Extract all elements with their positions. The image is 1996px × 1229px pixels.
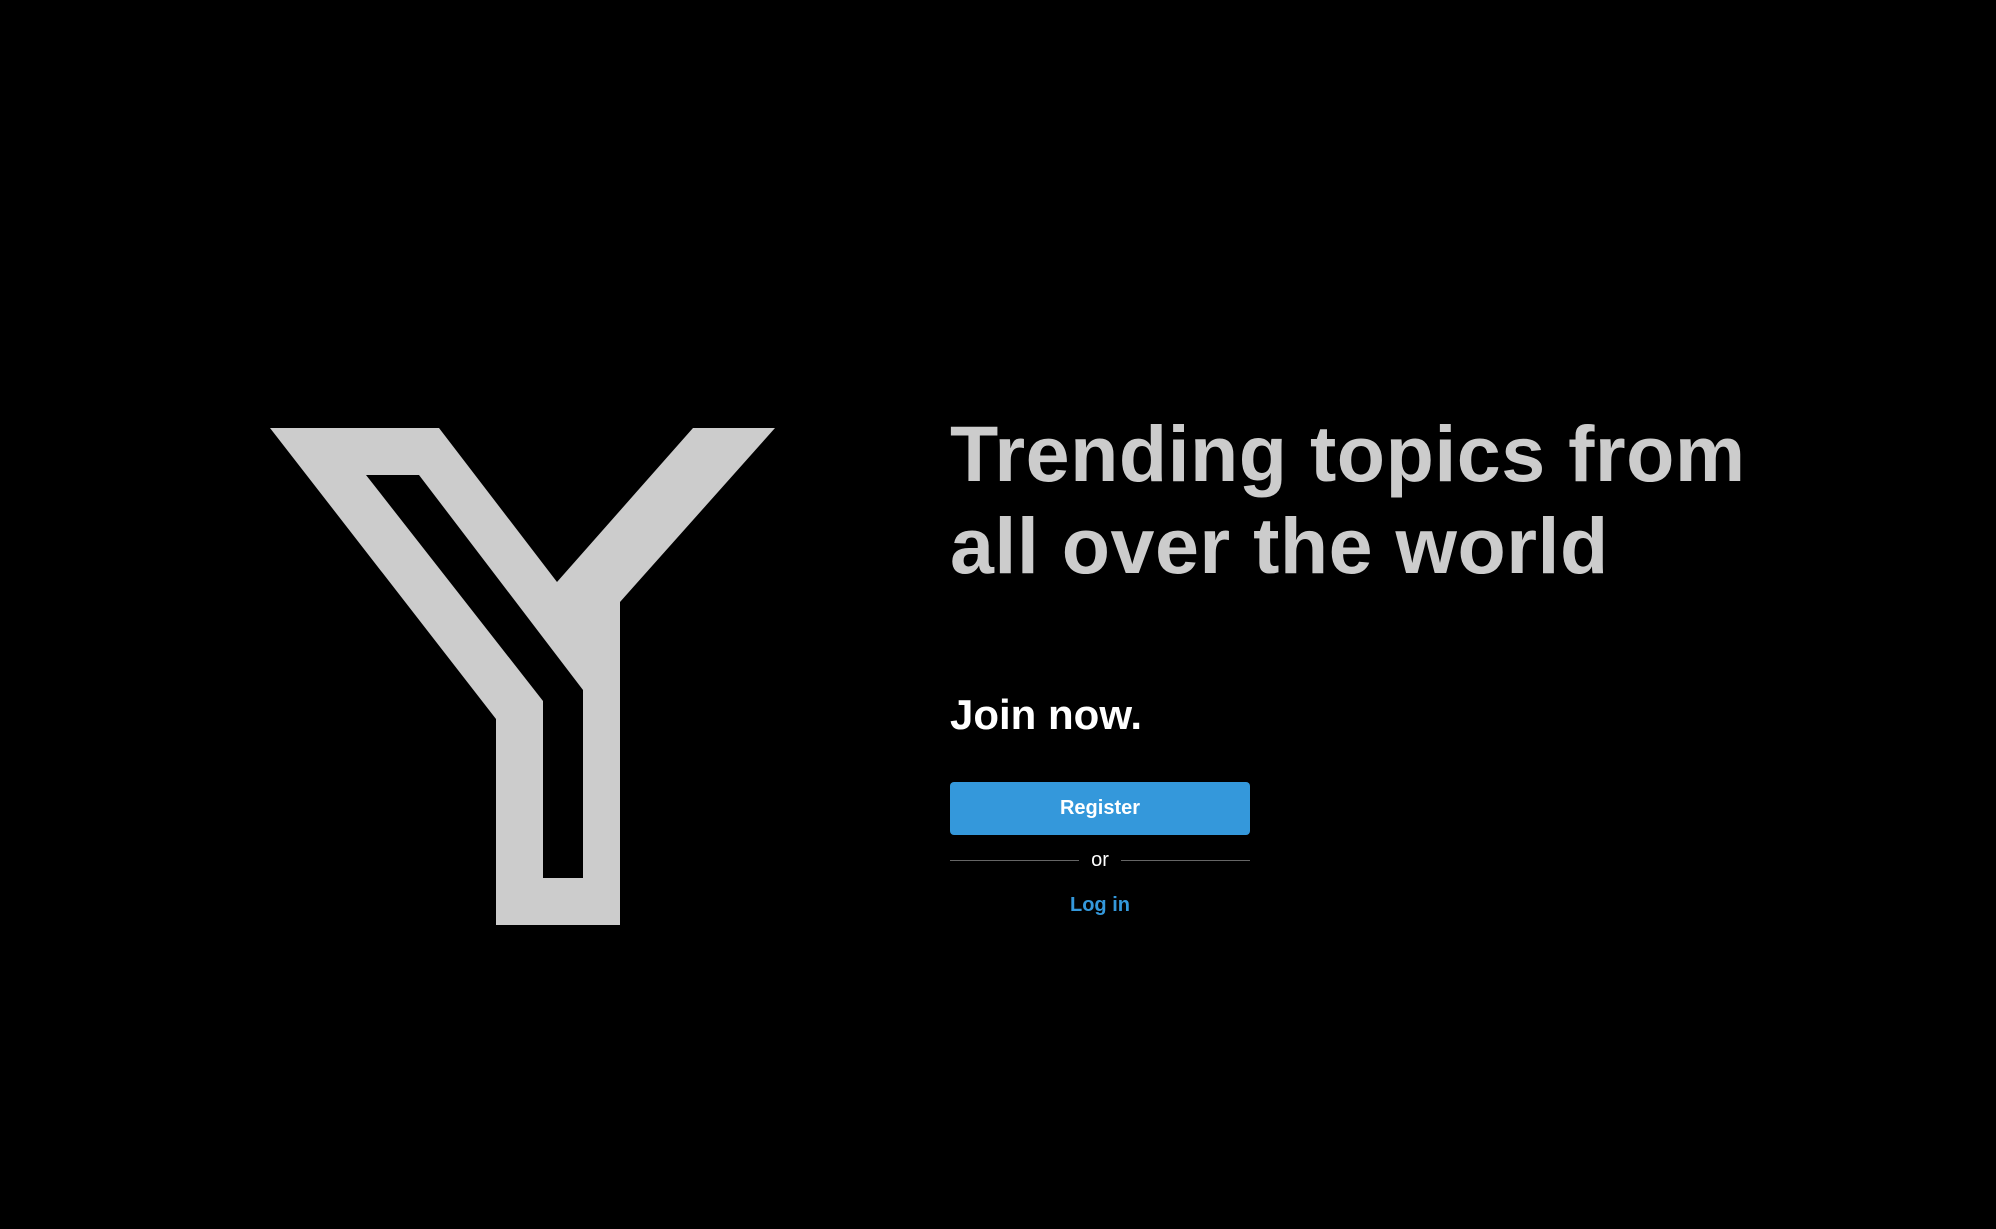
divider-line-right bbox=[1120, 859, 1251, 861]
hero-section: Trending topics from all over the world … bbox=[950, 408, 1850, 916]
divider-line-left bbox=[950, 859, 1080, 861]
headline: Trending topics from all over the world bbox=[950, 408, 1850, 592]
or-label: or bbox=[1091, 848, 1109, 871]
login-link[interactable]: Log in bbox=[950, 894, 1250, 917]
or-divider: or bbox=[950, 845, 1251, 875]
y-logo-icon bbox=[270, 425, 780, 925]
register-button[interactable]: Register bbox=[950, 782, 1250, 835]
headline-line-2: all over the world bbox=[950, 501, 1609, 590]
headline-line-1: Trending topics from bbox=[950, 409, 1746, 498]
landing-page: Trending topics from all over the world … bbox=[0, 0, 1996, 1229]
join-heading: Join now. bbox=[950, 691, 1143, 738]
